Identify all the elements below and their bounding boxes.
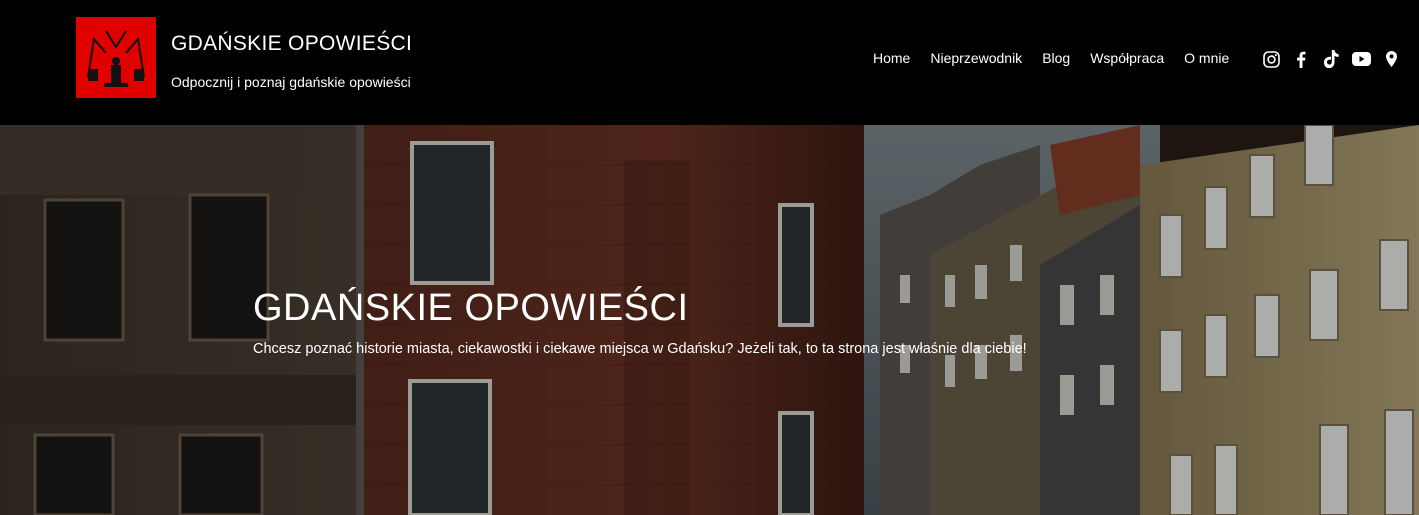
site-header: GDAŃSKIE OPOWIEŚCI Odpocznij i poznaj gd… bbox=[0, 0, 1419, 125]
site-tagline: Odpocznij i poznaj gdańskie opowieści bbox=[171, 74, 411, 90]
nav-item-o-mnie[interactable]: O mnie bbox=[1174, 49, 1239, 67]
main-nav: Home Nieprzewodnik Blog Współpraca O mni… bbox=[863, 49, 1239, 67]
hero-overlay bbox=[0, 125, 1419, 515]
facebook-icon[interactable] bbox=[1291, 49, 1311, 69]
nav-item-wspolpraca[interactable]: Współpraca bbox=[1080, 49, 1174, 67]
hero-title: GDAŃSKIE OPOWIEŚCI bbox=[253, 287, 689, 329]
instagram-icon[interactable] bbox=[1261, 49, 1281, 69]
nav-item-blog[interactable]: Blog bbox=[1032, 49, 1080, 67]
map-pin-icon[interactable] bbox=[1381, 49, 1401, 69]
cranes-logo-icon bbox=[76, 17, 156, 98]
social-bar bbox=[1261, 49, 1401, 69]
tiktok-icon[interactable] bbox=[1321, 49, 1341, 69]
site-logo[interactable] bbox=[76, 17, 156, 98]
youtube-icon[interactable] bbox=[1351, 49, 1371, 69]
hero-description: Chcesz poznać historie miasta, ciekawost… bbox=[253, 341, 1027, 357]
nav-item-home[interactable]: Home bbox=[863, 49, 920, 67]
site-title[interactable]: GDAŃSKIE OPOWIEŚCI bbox=[171, 32, 412, 56]
nav-item-nieprzewodnik[interactable]: Nieprzewodnik bbox=[920, 49, 1032, 67]
hero-section: GDAŃSKIE OPOWIEŚCI Chcesz poznać histori… bbox=[0, 125, 1419, 515]
